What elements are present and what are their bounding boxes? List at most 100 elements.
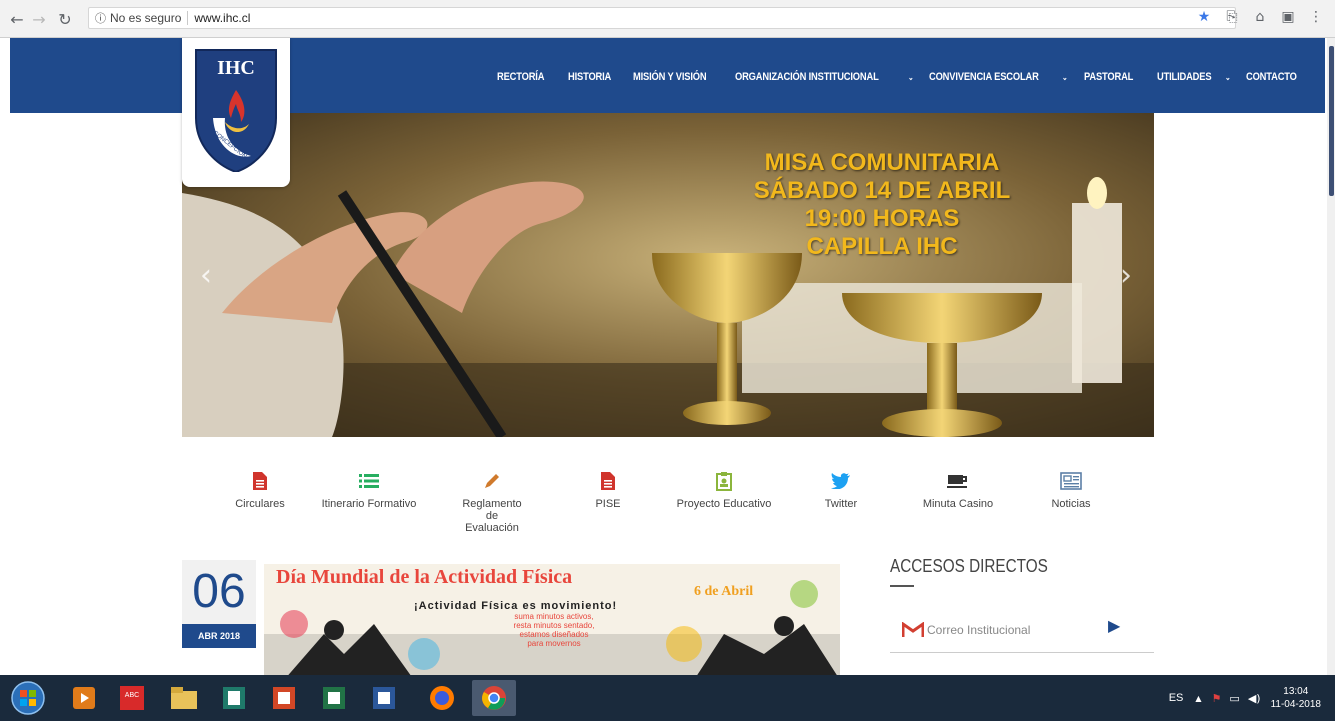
file-icon: [553, 470, 663, 492]
news-banner-title: Día Mundial de la Actividad Física: [276, 566, 573, 588]
network-icon[interactable]: ▭: [1229, 692, 1239, 705]
volume-icon[interactable]: ◀): [1248, 692, 1261, 705]
quick-link-3[interactable]: Reglamento de Evaluación: [437, 470, 547, 534]
banner-line: estamos diseñados: [519, 630, 589, 639]
quick-link-7[interactable]: Minuta Casino: [903, 470, 1013, 510]
news-item[interactable]: 06 ABR 2018 Día Mundial de la Actividad …: [182, 560, 842, 675]
list-icon: [314, 470, 424, 492]
nav-item-label: PASTORAL: [1083, 71, 1134, 83]
chrome-taskbar-icon[interactable]: [472, 680, 516, 716]
news-banner-subtitle: ¡Actividad Física es movimiento!: [414, 600, 618, 612]
action-center-flag-icon[interactable]: ⚑: [1212, 692, 1222, 705]
quick-link-label: Noticias: [1051, 498, 1091, 510]
quick-link-label: Circulares: [235, 498, 285, 510]
file-explorer-icon[interactable]: [166, 680, 202, 716]
nav-item-4[interactable]: ORGANIZACIÓN INSTITUCIONAL ⌄: [735, 71, 914, 83]
powerpoint-icon[interactable]: [266, 680, 302, 716]
language-indicator[interactable]: ES: [1169, 692, 1184, 704]
play-arrow-icon[interactable]: ▶: [1108, 616, 1120, 635]
bookmark-star-icon[interactable]: ★: [1195, 8, 1213, 26]
svg-text:ABC: ABC: [125, 692, 139, 699]
chevron-down-icon: ⌄: [907, 72, 914, 82]
hero-slider: ‹ › MISA COMUNITARIA SÁBADO 14 DE ABRIL …: [182, 113, 1154, 437]
address-bar[interactable]: ⓘ No es seguro www.ihc.cl: [88, 7, 1236, 29]
quick-link-8[interactable]: Noticias: [1016, 470, 1126, 510]
browser-actions: ★ ⎘ ⌂ ▣ ⋮: [1195, 8, 1335, 26]
hero-announcement: MISA COMUNITARIA SÁBADO 14 DE ABRIL 19:0…: [712, 149, 1052, 261]
news-date: 06 ABR 2018: [182, 560, 256, 648]
start-button-icon[interactable]: [10, 680, 46, 716]
security-indicator[interactable]: ⓘ No es seguro: [89, 10, 181, 26]
file-icon: [205, 470, 315, 492]
quick-link-2[interactable]: Itinerario Formativo: [314, 470, 424, 510]
url-text[interactable]: www.ihc.cl: [194, 11, 250, 25]
tray-up-arrow-icon[interactable]: ▲: [1195, 694, 1201, 703]
chevron-down-icon: ⌄: [1224, 72, 1231, 82]
nav-item-1[interactable]: RECTORÍA: [497, 71, 553, 83]
coffee-icon: [903, 470, 1013, 492]
direct-access-title: ACCESOS DIRECTOS: [890, 556, 1048, 576]
security-label: No es seguro: [110, 11, 182, 25]
nav-item-5[interactable]: CONVIVENCIA ESCOLAR ⌄: [929, 71, 1069, 83]
banner-line: resta minutos sentado,: [513, 621, 595, 630]
quick-link-label: Reglamento de Evaluación: [462, 498, 522, 534]
slider-next-arrow[interactable]: ›: [1120, 258, 1132, 293]
quick-link-1[interactable]: Circulares: [205, 470, 315, 510]
quick-link-5[interactable]: Proyecto Educativo: [669, 470, 779, 510]
word-icon[interactable]: [366, 680, 402, 716]
taskbar-clock[interactable]: 13:04 11-04-2018: [1271, 685, 1321, 711]
system-tray: ES ▲ ⚑ ▭ ◀) 13:04 11-04-2018: [1169, 675, 1335, 721]
browser-toolbar: ← → ↻ ⓘ No es seguro www.ihc.cl ★ ⎘ ⌂ ▣ …: [0, 0, 1335, 38]
news-banner-date: 6 de Abril: [694, 584, 754, 599]
nav-item-7[interactable]: UTILIDADES ⌄: [1157, 71, 1232, 83]
nav-item-label: CONTACTO: [1246, 71, 1298, 83]
nav-item-label: UTILIDADES: [1156, 71, 1212, 83]
access-item-label: Correo Institucional: [927, 623, 1031, 637]
access-item-mail[interactable]: Correo Institucional ▶: [890, 608, 1154, 653]
clipboard-icon: [669, 470, 779, 492]
chevron-down-icon: ⌄: [1062, 72, 1068, 82]
quick-links: Circulares Itinerario Formativo Reglamento…: [182, 470, 1154, 540]
quick-link-6[interactable]: Twitter: [786, 470, 896, 510]
quick-link-4[interactable]: PISE: [553, 470, 663, 510]
news-month: ABR 2018: [182, 624, 256, 648]
quick-link-label: Twitter: [824, 498, 858, 510]
abc-app-icon[interactable]: ABC: [114, 680, 150, 716]
clock-date: 11-04-2018: [1270, 699, 1321, 710]
media-player-icon[interactable]: [66, 680, 102, 716]
back-arrow-icon[interactable]: ←: [6, 8, 28, 30]
nav-item-label: MISIÓN Y VISIÓN: [633, 71, 707, 83]
hero-line: 19:00 HORAS: [804, 205, 960, 232]
nav-item-6[interactable]: PASTORAL: [1084, 71, 1142, 83]
firefox-icon[interactable]: [424, 680, 460, 716]
pencil-icon: [437, 470, 547, 492]
quick-link-label: Proyecto Educativo: [676, 498, 772, 510]
clock-time: 13:04: [1283, 686, 1309, 697]
crest-icon: IHC CONCEPCION: [195, 49, 277, 172]
site-logo[interactable]: IHC CONCEPCION: [182, 38, 290, 187]
quick-link-label: PISE: [595, 498, 621, 510]
quick-link-label: Minuta Casino: [922, 498, 994, 510]
scrollbar-thumb[interactable]: [1329, 46, 1334, 196]
publisher-icon[interactable]: [216, 680, 252, 716]
excel-icon[interactable]: [316, 680, 352, 716]
nav-item-label: CONVIVENCIA ESCOLAR: [929, 71, 1040, 83]
slider-prev-arrow[interactable]: ‹: [200, 258, 212, 293]
nav-item-label: ORGANIZACIÓN INSTITUCIONAL: [734, 71, 879, 83]
extension-square-icon[interactable]: ▣: [1279, 8, 1297, 26]
hero-line: MISA COMUNITARIA: [764, 149, 1000, 176]
hero-line: CAPILLA IHC: [806, 233, 958, 260]
info-icon: ⓘ: [95, 12, 106, 25]
nav-item-8[interactable]: CONTACTO: [1246, 71, 1306, 83]
home-icon[interactable]: ⌂: [1251, 8, 1269, 26]
news-banner[interactable]: Día Mundial de la Actividad Física 6 de …: [264, 564, 840, 675]
forward-arrow-icon[interactable]: →: [28, 8, 50, 30]
quick-link-label: Itinerario Formativo: [321, 498, 417, 510]
nav-item-3[interactable]: MISIÓN Y VISIÓN: [633, 71, 719, 83]
reload-icon[interactable]: ↻: [54, 8, 76, 30]
extension-icon[interactable]: ⎘: [1223, 8, 1241, 26]
menu-dots-icon[interactable]: ⋮: [1307, 8, 1325, 26]
hero-line: SÁBADO 14 DE ABRIL: [753, 177, 1011, 204]
nav-item-2[interactable]: HISTORIA: [568, 71, 619, 83]
news-banner-lines: suma minutos activos, resta minutos sent…: [454, 612, 654, 648]
